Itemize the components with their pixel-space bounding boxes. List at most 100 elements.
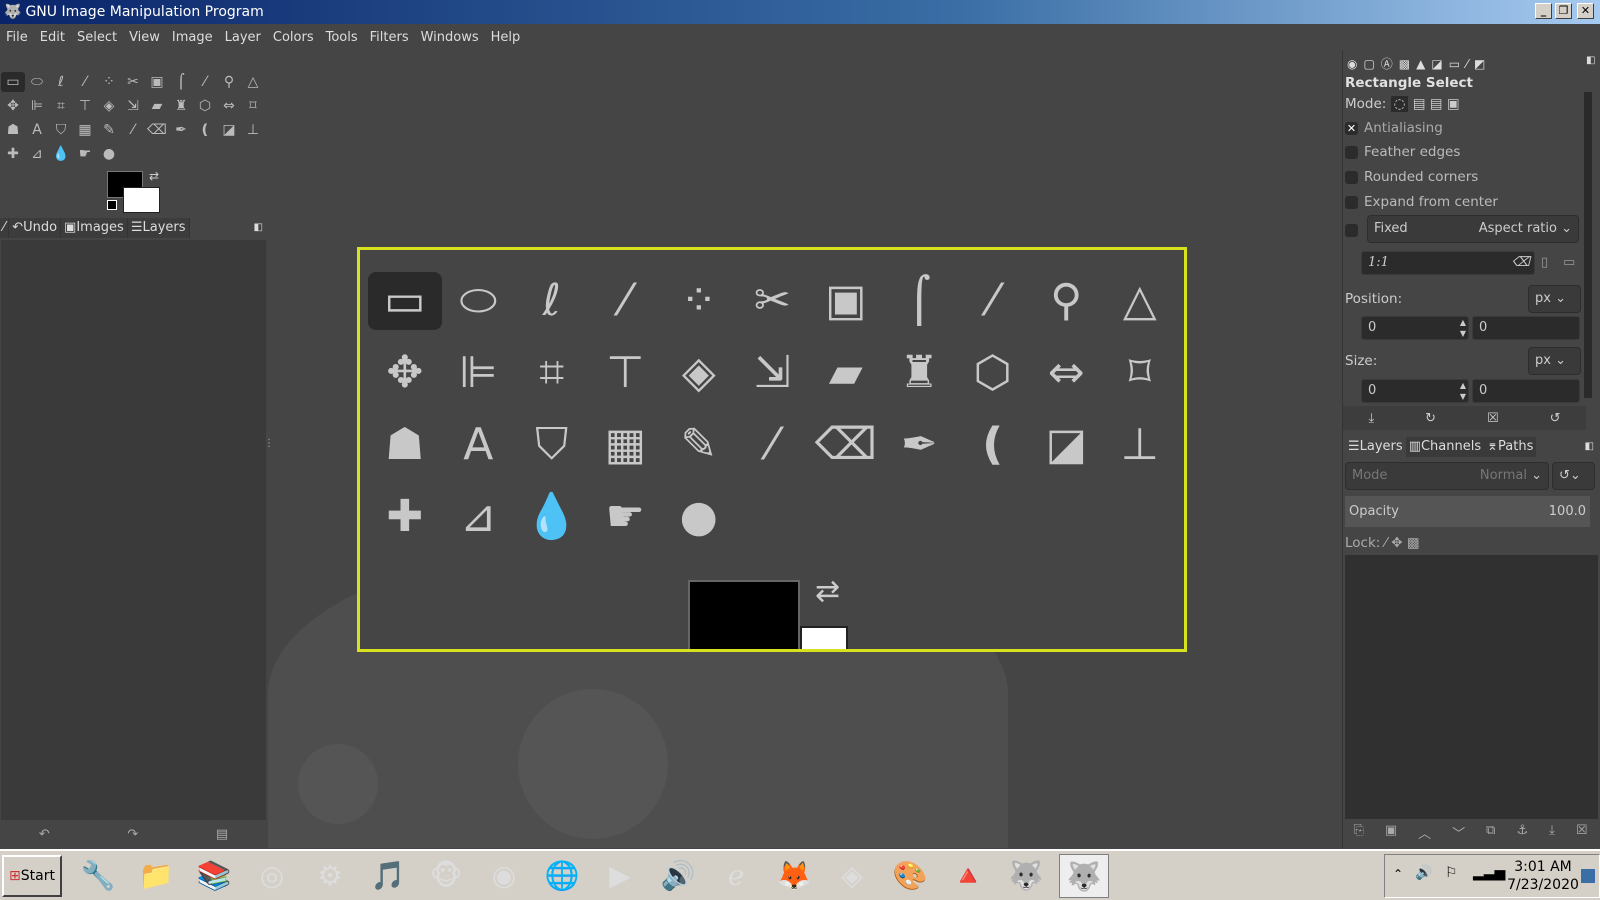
opacity-slider[interactable]: Opacity 100.0: [1345, 496, 1590, 527]
clone-tool-icon[interactable]: ⊥: [241, 120, 265, 140]
new-layer-icon[interactable]: ⎘: [1353, 823, 1363, 845]
taskbar-settings[interactable]: ⚙: [305, 854, 355, 898]
delete-layer-icon[interactable]: ☒: [1576, 823, 1588, 845]
save-options-icon[interactable]: ⤓: [1368, 411, 1374, 426]
blend-tool-icon[interactable]: ▦: [73, 120, 97, 140]
taskbar-speaker-app[interactable]: 🔊: [653, 854, 703, 898]
lock-position-icon[interactable]: ✥: [1391, 535, 1402, 551]
taskbar-paint[interactable]: 🎨: [885, 854, 935, 898]
raise-layer-icon[interactable]: ︿: [1418, 823, 1431, 845]
fuzzy-select-tool-icon[interactable]: ⁄: [73, 72, 97, 92]
taskbar-media-app[interactable]: 🎵: [363, 854, 413, 898]
aspect-ratio-input[interactable]: 1:1 ⌫: [1361, 251, 1535, 275]
show-desktop-button[interactable]: [1581, 869, 1595, 883]
volume-icon[interactable]: 🔊: [1415, 865, 1432, 881]
clock-time[interactable]: 3:01 AM: [1513, 859, 1573, 875]
measure-tool-icon[interactable]: △: [241, 72, 265, 92]
crop-tool-icon[interactable]: ⌗: [49, 96, 73, 116]
ellipse-select-tool-icon[interactable]: ⬭: [25, 72, 49, 92]
tab-layers[interactable]: ☰Layers: [127, 218, 190, 238]
ink-tool-icon[interactable]: ❪: [193, 120, 217, 140]
taskbar-firefox[interactable]: 🦊: [769, 854, 819, 898]
paths-tool-icon[interactable]: ⌠: [169, 72, 193, 92]
scale-tool-icon[interactable]: ⇲: [121, 96, 145, 116]
position-unit-dropdown[interactable]: px ⌄: [1528, 285, 1581, 313]
dock-menu-icon[interactable]: ◧: [1585, 437, 1600, 457]
landscape-icon[interactable]: ▭: [1563, 255, 1575, 270]
shear-tool-icon[interactable]: ▰: [145, 96, 169, 116]
taskbar-gimp[interactable]: 🐺: [1001, 854, 1051, 898]
free-select-tool-icon[interactable]: ℓ: [49, 72, 73, 92]
tab-layers[interactable]: ☰Layers: [1345, 437, 1406, 457]
menu-filters[interactable]: Filters: [370, 30, 409, 45]
scissors-tool-icon[interactable]: ✂: [121, 72, 145, 92]
size-unit-dropdown[interactable]: px ⌄: [1528, 347, 1581, 375]
restore-button[interactable]: ❐: [1555, 3, 1572, 19]
taskbar-internet-explorer[interactable]: ℯ: [711, 854, 761, 898]
tab-paths[interactable]: ⌆Paths: [1484, 437, 1537, 457]
clear-icon[interactable]: ⌫: [1512, 252, 1534, 274]
color-picker-tool-icon[interactable]: ⁄: [193, 72, 217, 92]
close-button[interactable]: ✕: [1577, 3, 1594, 19]
lock-pixels-icon[interactable]: ⁄: [1385, 535, 1387, 551]
bucket-fill-tool-icon[interactable]: ⛉: [49, 120, 73, 140]
move-tool-icon[interactable]: ✥: [1, 96, 25, 116]
taskbar-video-player[interactable]: ▶: [595, 854, 645, 898]
show-hidden-icons[interactable]: ⌃: [1393, 867, 1403, 881]
lock-alpha-icon[interactable]: ▩: [1407, 535, 1420, 551]
tab-channels[interactable]: ▥Channels: [1405, 437, 1485, 457]
lower-layer-icon[interactable]: ﹀: [1452, 823, 1465, 845]
blur-tool-icon[interactable]: 💧: [49, 144, 73, 164]
airbrush-tool-icon[interactable]: ✒: [169, 120, 193, 140]
mypaint-tool-icon[interactable]: ◪: [217, 120, 241, 140]
dock-resize-handle[interactable]: ⋮: [264, 439, 274, 449]
eraser-tool-icon[interactable]: ⌫: [145, 120, 169, 140]
taskbar-winrar[interactable]: 📚: [189, 854, 239, 898]
background-color[interactable]: [123, 187, 160, 213]
menu-select[interactable]: Select: [77, 30, 117, 45]
mode-intersect-icon[interactable]: ▣: [1447, 96, 1460, 112]
anchor-layer-icon[interactable]: ⚓: [1516, 823, 1528, 845]
menu-image[interactable]: Image: [172, 30, 213, 45]
heal-tool-icon[interactable]: ✚: [1, 144, 25, 164]
flip-tool-icon[interactable]: ⇔: [217, 96, 241, 116]
menu-view[interactable]: View: [129, 30, 160, 45]
menu-tools[interactable]: Tools: [326, 30, 358, 45]
taskbar-vlc[interactable]: 🔺: [943, 854, 993, 898]
action-center-flag-icon[interactable]: ⚐: [1445, 865, 1458, 881]
rounded-corners-checkbox[interactable]: Rounded corners: [1345, 169, 1478, 185]
taskbar-tool-app[interactable]: 🔧: [73, 854, 123, 898]
cage-tool-icon[interactable]: ⌑: [241, 96, 265, 116]
menu-file[interactable]: File: [6, 30, 28, 45]
zoom-tool-icon[interactable]: ⚲: [217, 72, 241, 92]
mode-replace-icon[interactable]: ◌: [1390, 96, 1409, 112]
taskbar-chrome[interactable]: ◉: [479, 854, 529, 898]
foreground-select-tool-icon[interactable]: ▣: [145, 72, 169, 92]
fixed-dropdown[interactable]: Fixed Aspect ratio ⌄: [1367, 215, 1579, 243]
feather-edges-checkbox[interactable]: Feather edges: [1345, 144, 1460, 160]
taskbar-file-explorer[interactable]: 📁: [131, 854, 181, 898]
rotate-tool-icon[interactable]: ◈: [97, 96, 121, 116]
clock-date[interactable]: 7/23/2020: [1505, 877, 1581, 893]
redo-icon[interactable]: ↷: [127, 827, 138, 842]
smudge-wave-tool-icon[interactable]: ☗: [1, 120, 25, 140]
delete-options-icon[interactable]: ☒: [1487, 411, 1499, 426]
network-icon[interactable]: ▂▃▅: [1473, 865, 1505, 881]
mode-reset-dropdown[interactable]: ↺⌄: [1552, 462, 1595, 490]
merge-layer-icon[interactable]: ⤓: [1549, 823, 1555, 845]
undo-icon[interactable]: ↶: [39, 827, 50, 842]
paintbrush-tool-icon[interactable]: ⁄: [121, 120, 145, 140]
taskbar-screenshot-app[interactable]: ◎: [247, 854, 297, 898]
perspective-tool-icon[interactable]: ⬡: [193, 96, 217, 116]
position-x-input[interactable]: 0 ▲ ▼: [1361, 316, 1469, 340]
taskbar-vs-app[interactable]: ◈: [827, 854, 877, 898]
mode-add-icon[interactable]: ▤: [1413, 96, 1426, 112]
reset-options-icon[interactable]: ↺: [1550, 411, 1561, 426]
dock-menu-icon[interactable]: ◧: [254, 218, 267, 238]
scrollbar[interactable]: [1584, 92, 1592, 398]
swap-colors-icon[interactable]: ⇄: [149, 169, 159, 183]
right-dock-tab-icons[interactable]: ◉▢Ⓐ▩▲◪▭⁄◩: [1347, 55, 1491, 72]
size-height-input[interactable]: 0: [1472, 379, 1580, 403]
restore-options-icon[interactable]: ↻: [1425, 411, 1436, 426]
smudge-tool-icon[interactable]: ☛: [73, 144, 97, 164]
